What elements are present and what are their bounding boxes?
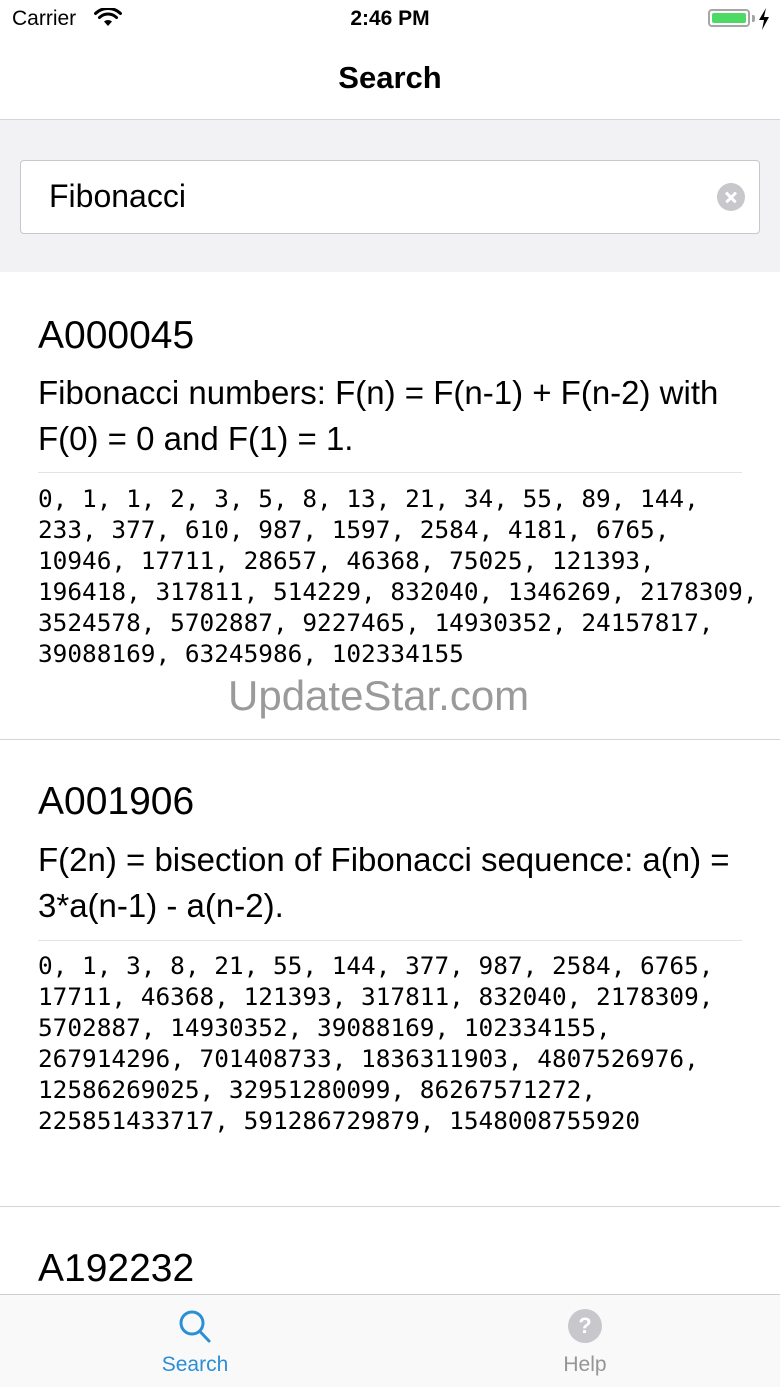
result-name: F(2n) = bisection of Fibonacci sequence:… [38, 841, 730, 924]
search-icon [178, 1309, 212, 1350]
tab-bar: Search ? Help [0, 1294, 780, 1387]
battery-icon [708, 9, 750, 27]
status-time: 2:46 PM [350, 7, 430, 30]
result-divider [38, 940, 742, 941]
result-item[interactable]: A001906 F(2n) = bisection of Fibonacci s… [0, 740, 780, 1207]
search-input[interactable] [49, 161, 709, 232]
tab-help-label: Help [563, 1353, 607, 1376]
tab-help[interactable]: ? Help [390, 1295, 780, 1387]
result-divider [38, 472, 742, 473]
help-icon: ? [568, 1309, 602, 1343]
watermark: UpdateStar.com [228, 672, 530, 719]
tab-search-label: Search [161, 1353, 229, 1376]
battery-cap [752, 15, 755, 22]
tab-search[interactable]: Search [0, 1295, 390, 1387]
result-item[interactable]: A000045 Fibonacci numbers: F(n) = F(n-1)… [0, 272, 780, 740]
navigation-bar: Search [0, 40, 780, 120]
clear-search-button[interactable] [717, 183, 745, 211]
result-id: A000045 [38, 314, 195, 357]
charging-bolt-icon [758, 8, 770, 35]
result-id: A192232 [38, 1247, 195, 1290]
result-name: Fibonacci numbers: F(n) = F(n-1) + F(n-2… [38, 374, 719, 457]
result-item[interactable]: A192232 [0, 1207, 780, 1294]
status-bar: Carrier 2:46 PM [0, 0, 780, 40]
result-id: A001906 [38, 780, 195, 823]
result-sequence: 0, 1, 1, 2, 3, 5, 8, 13, 21, 34, 55, 89,… [38, 484, 773, 668]
search-box[interactable] [20, 160, 760, 234]
search-area [0, 120, 780, 272]
page-title: Search [338, 60, 442, 95]
result-sequence: 0, 1, 3, 8, 21, 55, 144, 377, 987, 2584,… [38, 951, 729, 1135]
